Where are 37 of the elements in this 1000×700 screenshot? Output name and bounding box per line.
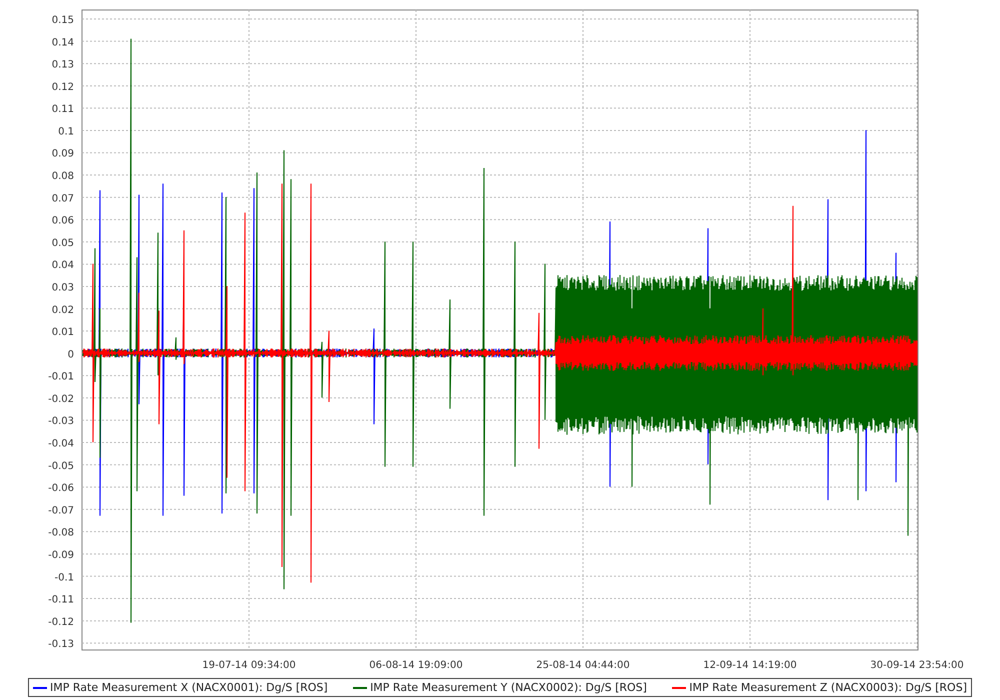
y-tick-label: 0.02 xyxy=(52,304,74,316)
y-tick-label: 0.04 xyxy=(52,260,74,272)
y-tick-label: 0.11 xyxy=(52,104,74,116)
y-tick-label: 0.06 xyxy=(52,216,74,227)
y-tick-label: -0.06 xyxy=(48,483,74,494)
y-tick-label: -0.03 xyxy=(48,416,74,428)
legend-label: IMP Rate Measurement Y (NACX0002): Dg/S [ROS] xyxy=(370,681,647,694)
y-tick-label: -0.04 xyxy=(48,438,74,450)
x-tick-label: 12-09-14 14:19:00 xyxy=(703,660,797,671)
legend-label: IMP Rate Measurement Z (NACX0003): Dg/S [ROS] xyxy=(689,681,967,694)
y-tick-label: 0.14 xyxy=(52,37,74,48)
y-tick-label: -0.05 xyxy=(48,460,74,472)
y-tick-label: 0.08 xyxy=(52,171,74,182)
y-tick-label: -0.13 xyxy=(48,639,74,650)
y-tick-label: -0.01 xyxy=(48,372,74,383)
x-tick-label: 06-08-14 19:09:00 xyxy=(369,660,463,671)
y-tick-label: 0.05 xyxy=(52,238,74,249)
y-tick-label: 0.13 xyxy=(52,60,74,71)
legend-label: IMP Rate Measurement X (NACX0001): Dg/S [ROS] xyxy=(50,681,328,694)
y-tick-label: 0.01 xyxy=(52,327,74,338)
y-tick-label: -0.12 xyxy=(48,616,74,628)
y-tick-label: 0.03 xyxy=(52,282,74,294)
y-tick-label: -0.11 xyxy=(48,594,74,606)
y-tick-label: -0.09 xyxy=(48,550,74,561)
y-tick-label: 0.09 xyxy=(52,148,74,160)
y-tick-label: 0.12 xyxy=(52,82,74,93)
y-tick-label: 0.1 xyxy=(58,126,74,138)
y-tick-label: -0.07 xyxy=(48,505,74,516)
y-tick-label: -0.1 xyxy=(54,572,74,584)
x-tick-label: 19-07-14 09:34:00 xyxy=(202,660,296,671)
y-tick-label: 0.15 xyxy=(52,15,74,26)
y-tick-label: 0.07 xyxy=(52,193,74,204)
x-tick-label: 25-08-14 04:44:00 xyxy=(536,660,630,671)
y-tick-label: -0.08 xyxy=(48,528,74,539)
y-tick-label: -0.02 xyxy=(48,394,74,405)
y-tick-label: 0 xyxy=(68,349,74,360)
x-tick-label: 30-09-14 23:54:00 xyxy=(870,660,964,671)
